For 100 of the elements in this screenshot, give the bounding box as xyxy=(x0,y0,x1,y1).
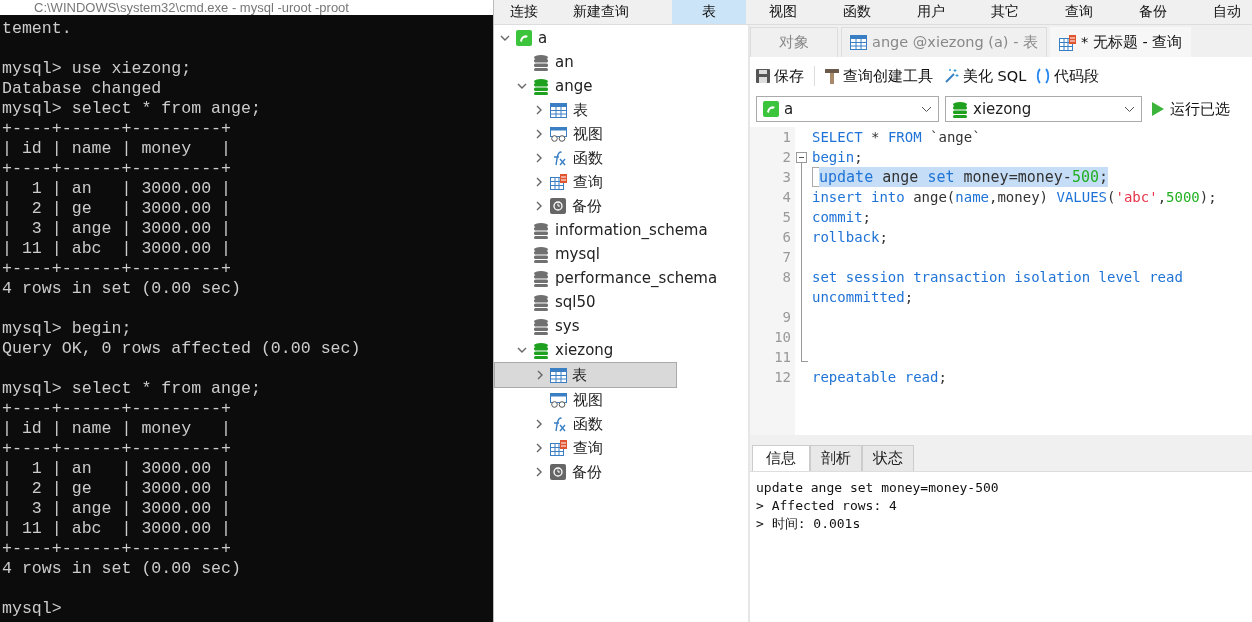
editor-tab[interactable]: * 无标题 - 查询 xyxy=(1050,27,1192,57)
chevron-right-icon[interactable] xyxy=(534,129,544,139)
tree-item[interactable]: an xyxy=(494,50,748,74)
tree-item[interactable]: 函数 xyxy=(494,412,748,436)
chevron-right-icon[interactable] xyxy=(534,419,544,429)
save-icon xyxy=(756,69,770,83)
message-line: > Affected rows: 4 xyxy=(756,497,898,515)
backup-icon xyxy=(550,464,566,480)
terminal-line: | id | name | money | xyxy=(2,139,233,159)
menu-item[interactable]: 自动 xyxy=(1190,0,1252,24)
terminal-line: | id | name | money | xyxy=(2,419,233,439)
tree-item[interactable]: 函数 xyxy=(494,146,748,170)
menu-item[interactable]: 查询 xyxy=(1042,0,1116,24)
terminal-line: +----+------+---------+ xyxy=(2,159,233,179)
tree-item[interactable]: 表 xyxy=(494,362,677,388)
result-tab[interactable]: 信息 xyxy=(752,445,810,471)
chevron-down-icon[interactable] xyxy=(517,345,527,355)
chevron-right-icon[interactable] xyxy=(534,467,544,477)
tree-item[interactable]: sys xyxy=(494,314,748,338)
database-icon xyxy=(533,77,549,95)
code-line: rollback; xyxy=(812,229,888,245)
menu-item[interactable]: 用户 xyxy=(894,0,968,24)
run-button[interactable]: 运行已选 xyxy=(1148,99,1230,119)
tree-item[interactable]: sql50 xyxy=(494,290,748,314)
menu-item[interactable]: 备份 xyxy=(1116,0,1190,24)
line-number: 10 xyxy=(774,329,791,345)
message-line: > 时间: 0.001s xyxy=(756,515,862,533)
tree-item[interactable]: 查询 xyxy=(494,170,748,194)
result-tab[interactable]: 剖析 xyxy=(810,445,862,471)
chevron-down-icon[interactable] xyxy=(517,81,527,91)
beautify-button[interactable]: 美化 SQL xyxy=(943,66,1027,86)
tree-item[interactable]: 表 xyxy=(494,98,748,122)
save-button[interactable]: 保存 xyxy=(756,66,804,86)
menu-item[interactable]: 其它 xyxy=(968,0,1042,24)
tree-item[interactable]: xiezong xyxy=(494,338,748,362)
view-icon xyxy=(550,392,567,408)
result-tab[interactable]: 状态 xyxy=(862,445,914,471)
dropdown-caret-icon xyxy=(1124,105,1135,113)
database-icon xyxy=(533,245,549,263)
table-icon xyxy=(850,35,867,50)
terminal-line: 4 rows in set (0.00 sec) xyxy=(2,559,242,579)
terminal-line: | 11 | abc | 3000.00 | xyxy=(2,239,233,259)
code-line: repeatable read; xyxy=(812,369,947,385)
fold-toggle-icon[interactable] xyxy=(796,152,807,163)
code-line: begin; xyxy=(812,149,863,165)
terminal-line: 4 rows in set (0.00 sec) xyxy=(2,279,242,299)
terminal-line: | 2 | ge | 3000.00 | xyxy=(2,479,233,499)
terminal-line: | 1 | an | 3000.00 | xyxy=(2,459,233,479)
connection-icon xyxy=(516,30,532,46)
tree-item[interactable]: a xyxy=(494,26,748,50)
terminal-line: | 2 | ge | 3000.00 | xyxy=(2,199,233,219)
table-icon xyxy=(550,102,567,118)
menu-item[interactable]: 表 xyxy=(672,0,746,24)
database-icon xyxy=(533,341,549,359)
tree-item[interactable]: 查询 xyxy=(494,436,748,460)
tree-item[interactable]: 视图 xyxy=(494,388,748,412)
tree-item[interactable]: mysql xyxy=(494,242,748,266)
database-icon xyxy=(533,269,549,287)
terminal-line: | 3 | ange | 3000.00 | xyxy=(2,499,233,519)
menu-item[interactable]: 视图 xyxy=(746,0,820,24)
database-select[interactable]: xiezong xyxy=(945,96,1142,122)
code-line: uncommitted; xyxy=(812,289,914,305)
tree-item[interactable]: 备份 xyxy=(494,460,748,484)
terminal-line: | 3 | ange | 3000.00 | xyxy=(2,219,233,239)
query-icon xyxy=(550,174,567,190)
tree-item[interactable]: information_schema xyxy=(494,218,748,242)
play-icon xyxy=(1152,102,1164,116)
window-title: C:\WINDOWS\system32\cmd.exe - mysql -uroot -proot xyxy=(34,0,349,15)
snippet-button[interactable]: 代码段 xyxy=(1036,66,1100,86)
connection-select[interactable]: a xyxy=(756,96,939,122)
tree-item[interactable]: performance_schema xyxy=(494,266,748,290)
backup-icon xyxy=(550,198,566,214)
menu-item[interactable]: 连接 xyxy=(494,0,554,24)
chevron-right-icon[interactable] xyxy=(535,370,545,380)
database-icon xyxy=(533,221,549,239)
chevron-right-icon[interactable] xyxy=(534,153,544,163)
code-line: commit; xyxy=(812,209,871,225)
line-number: 11 xyxy=(774,349,791,365)
terminal-line: Database changed xyxy=(2,79,163,99)
terminal-line: mysql> select * from ange; xyxy=(2,99,262,119)
chevron-right-icon[interactable] xyxy=(534,105,544,115)
query-builder-button[interactable]: 查询创建工具 xyxy=(825,66,933,86)
menu-item[interactable]: 新建查询 xyxy=(554,0,648,24)
database-icon xyxy=(533,293,549,311)
chevron-right-icon[interactable] xyxy=(534,201,544,211)
tree-item[interactable]: 视图 xyxy=(494,122,748,146)
terminal-line: mysql> use xiezong; xyxy=(2,59,193,79)
database-icon xyxy=(952,100,968,118)
terminal-line: | 1 | an | 3000.00 | xyxy=(2,179,233,199)
menu-item[interactable]: 函数 xyxy=(820,0,894,24)
terminal-line: mysql> select * from ange; xyxy=(2,379,262,399)
tree-item[interactable]: ange xyxy=(494,74,748,98)
tree-item[interactable]: 备份 xyxy=(494,194,748,218)
chevron-right-icon[interactable] xyxy=(534,443,544,453)
line-number: 2 xyxy=(782,149,791,165)
chevron-right-icon[interactable] xyxy=(534,177,544,187)
terminal-line: +----+------+---------+ xyxy=(2,539,233,559)
chevron-down-icon[interactable] xyxy=(500,33,510,43)
message-line: update ange set money=money-500 xyxy=(756,479,1000,497)
query-icon xyxy=(550,440,567,456)
